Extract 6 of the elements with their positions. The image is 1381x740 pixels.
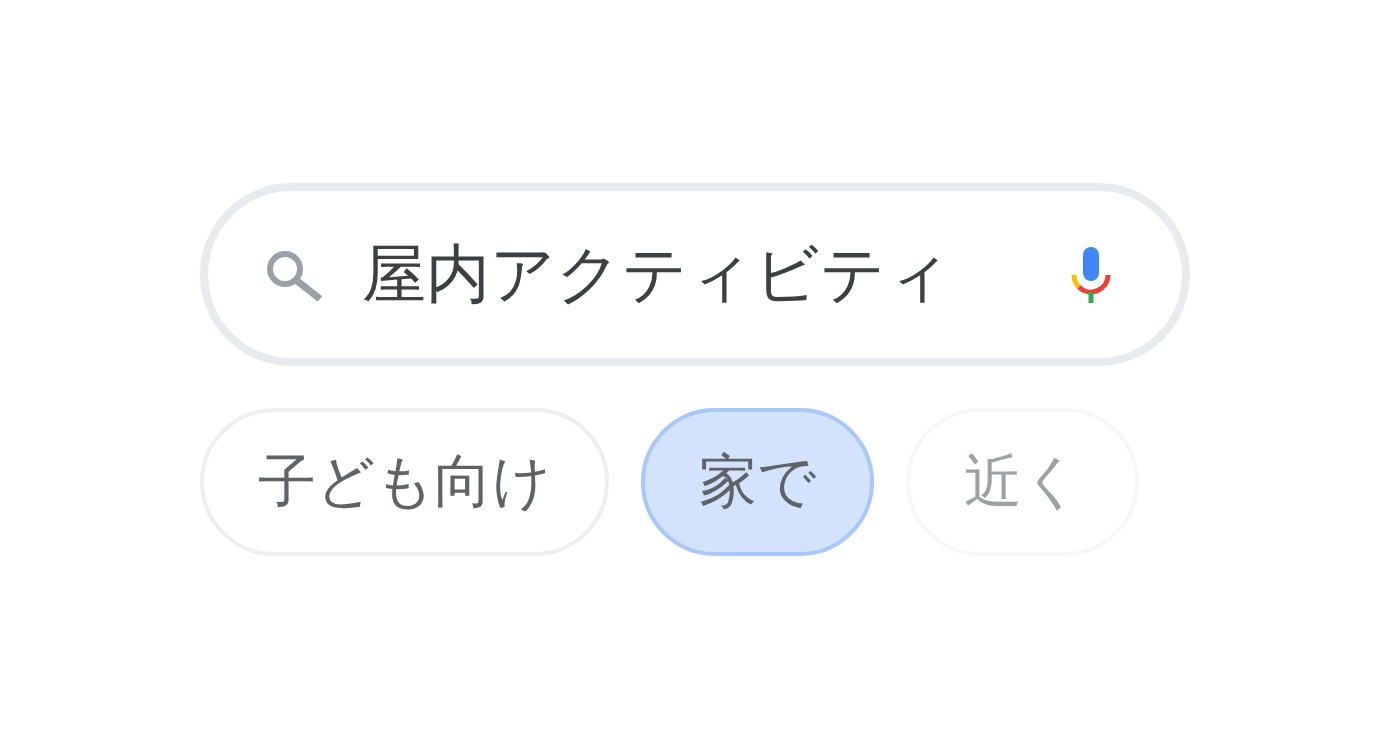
- microphone-icon[interactable]: [1070, 246, 1112, 303]
- suggestion-chip[interactable]: 家で: [641, 408, 874, 556]
- search-query: 屋内アクティビティ: [362, 236, 953, 313]
- suggestion-chip[interactable]: 子ども向け: [200, 408, 609, 556]
- search-icon: [265, 248, 323, 301]
- search-field[interactable]: 屋内アクティビティ: [200, 183, 1190, 366]
